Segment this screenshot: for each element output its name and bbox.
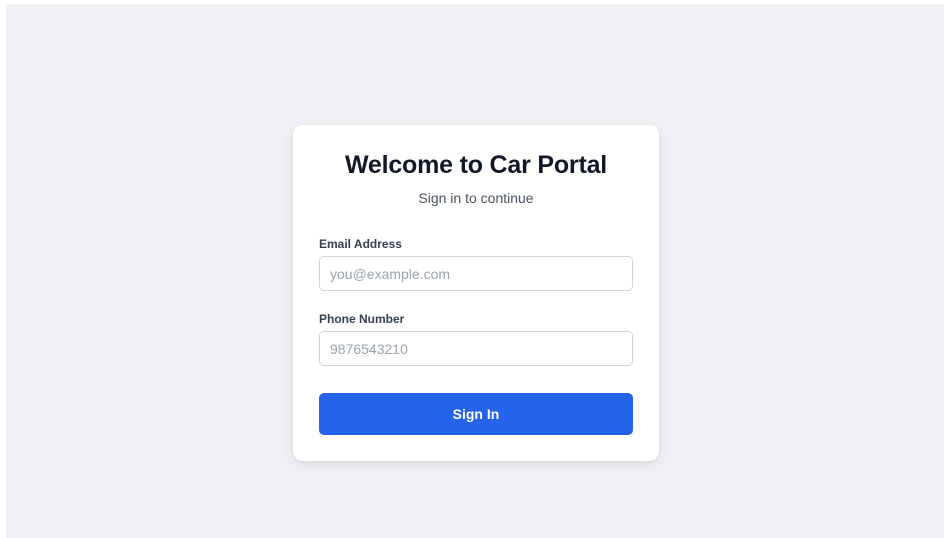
login-card: Welcome to Car Portal Sign in to continu… [293, 125, 659, 461]
page-subtitle: Sign in to continue [418, 190, 534, 206]
phone-field[interactable] [319, 331, 633, 366]
page-title: Welcome to Car Portal [344, 151, 608, 179]
email-field[interactable] [319, 256, 633, 291]
email-label: Email Address [319, 237, 402, 251]
sign-in-button[interactable]: Sign In [319, 393, 633, 435]
phone-label: Phone Number [319, 312, 405, 326]
page-background: Welcome to Car Portal Sign in to continu… [6, 4, 944, 538]
